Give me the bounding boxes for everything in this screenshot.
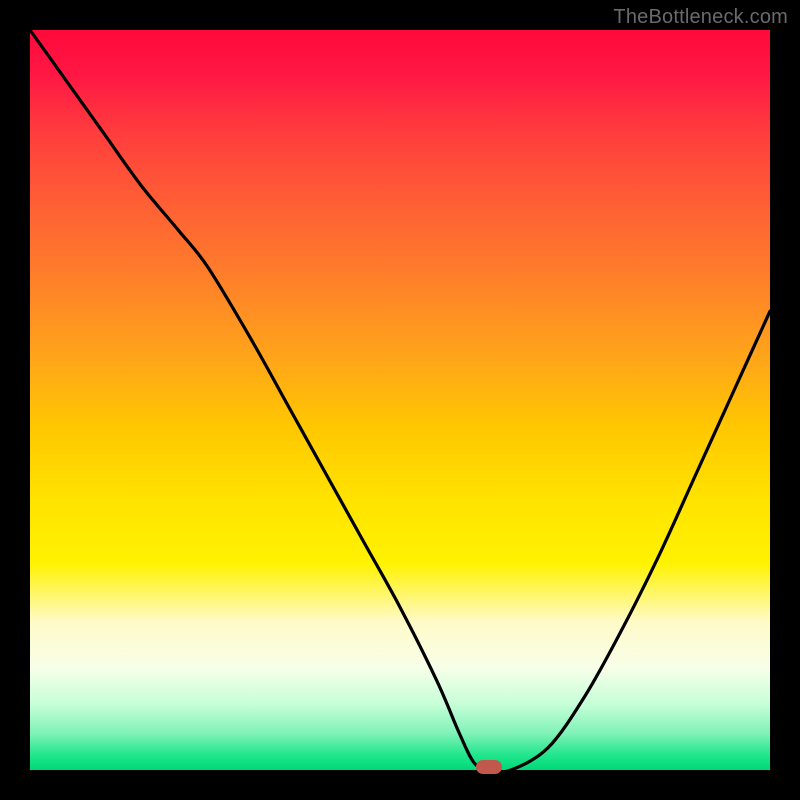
chart-frame: TheBottleneck.com <box>0 0 800 800</box>
bottleneck-curve <box>30 30 770 770</box>
minimum-marker <box>476 760 502 774</box>
plot-area <box>30 30 770 770</box>
watermark-text: TheBottleneck.com <box>613 6 788 29</box>
